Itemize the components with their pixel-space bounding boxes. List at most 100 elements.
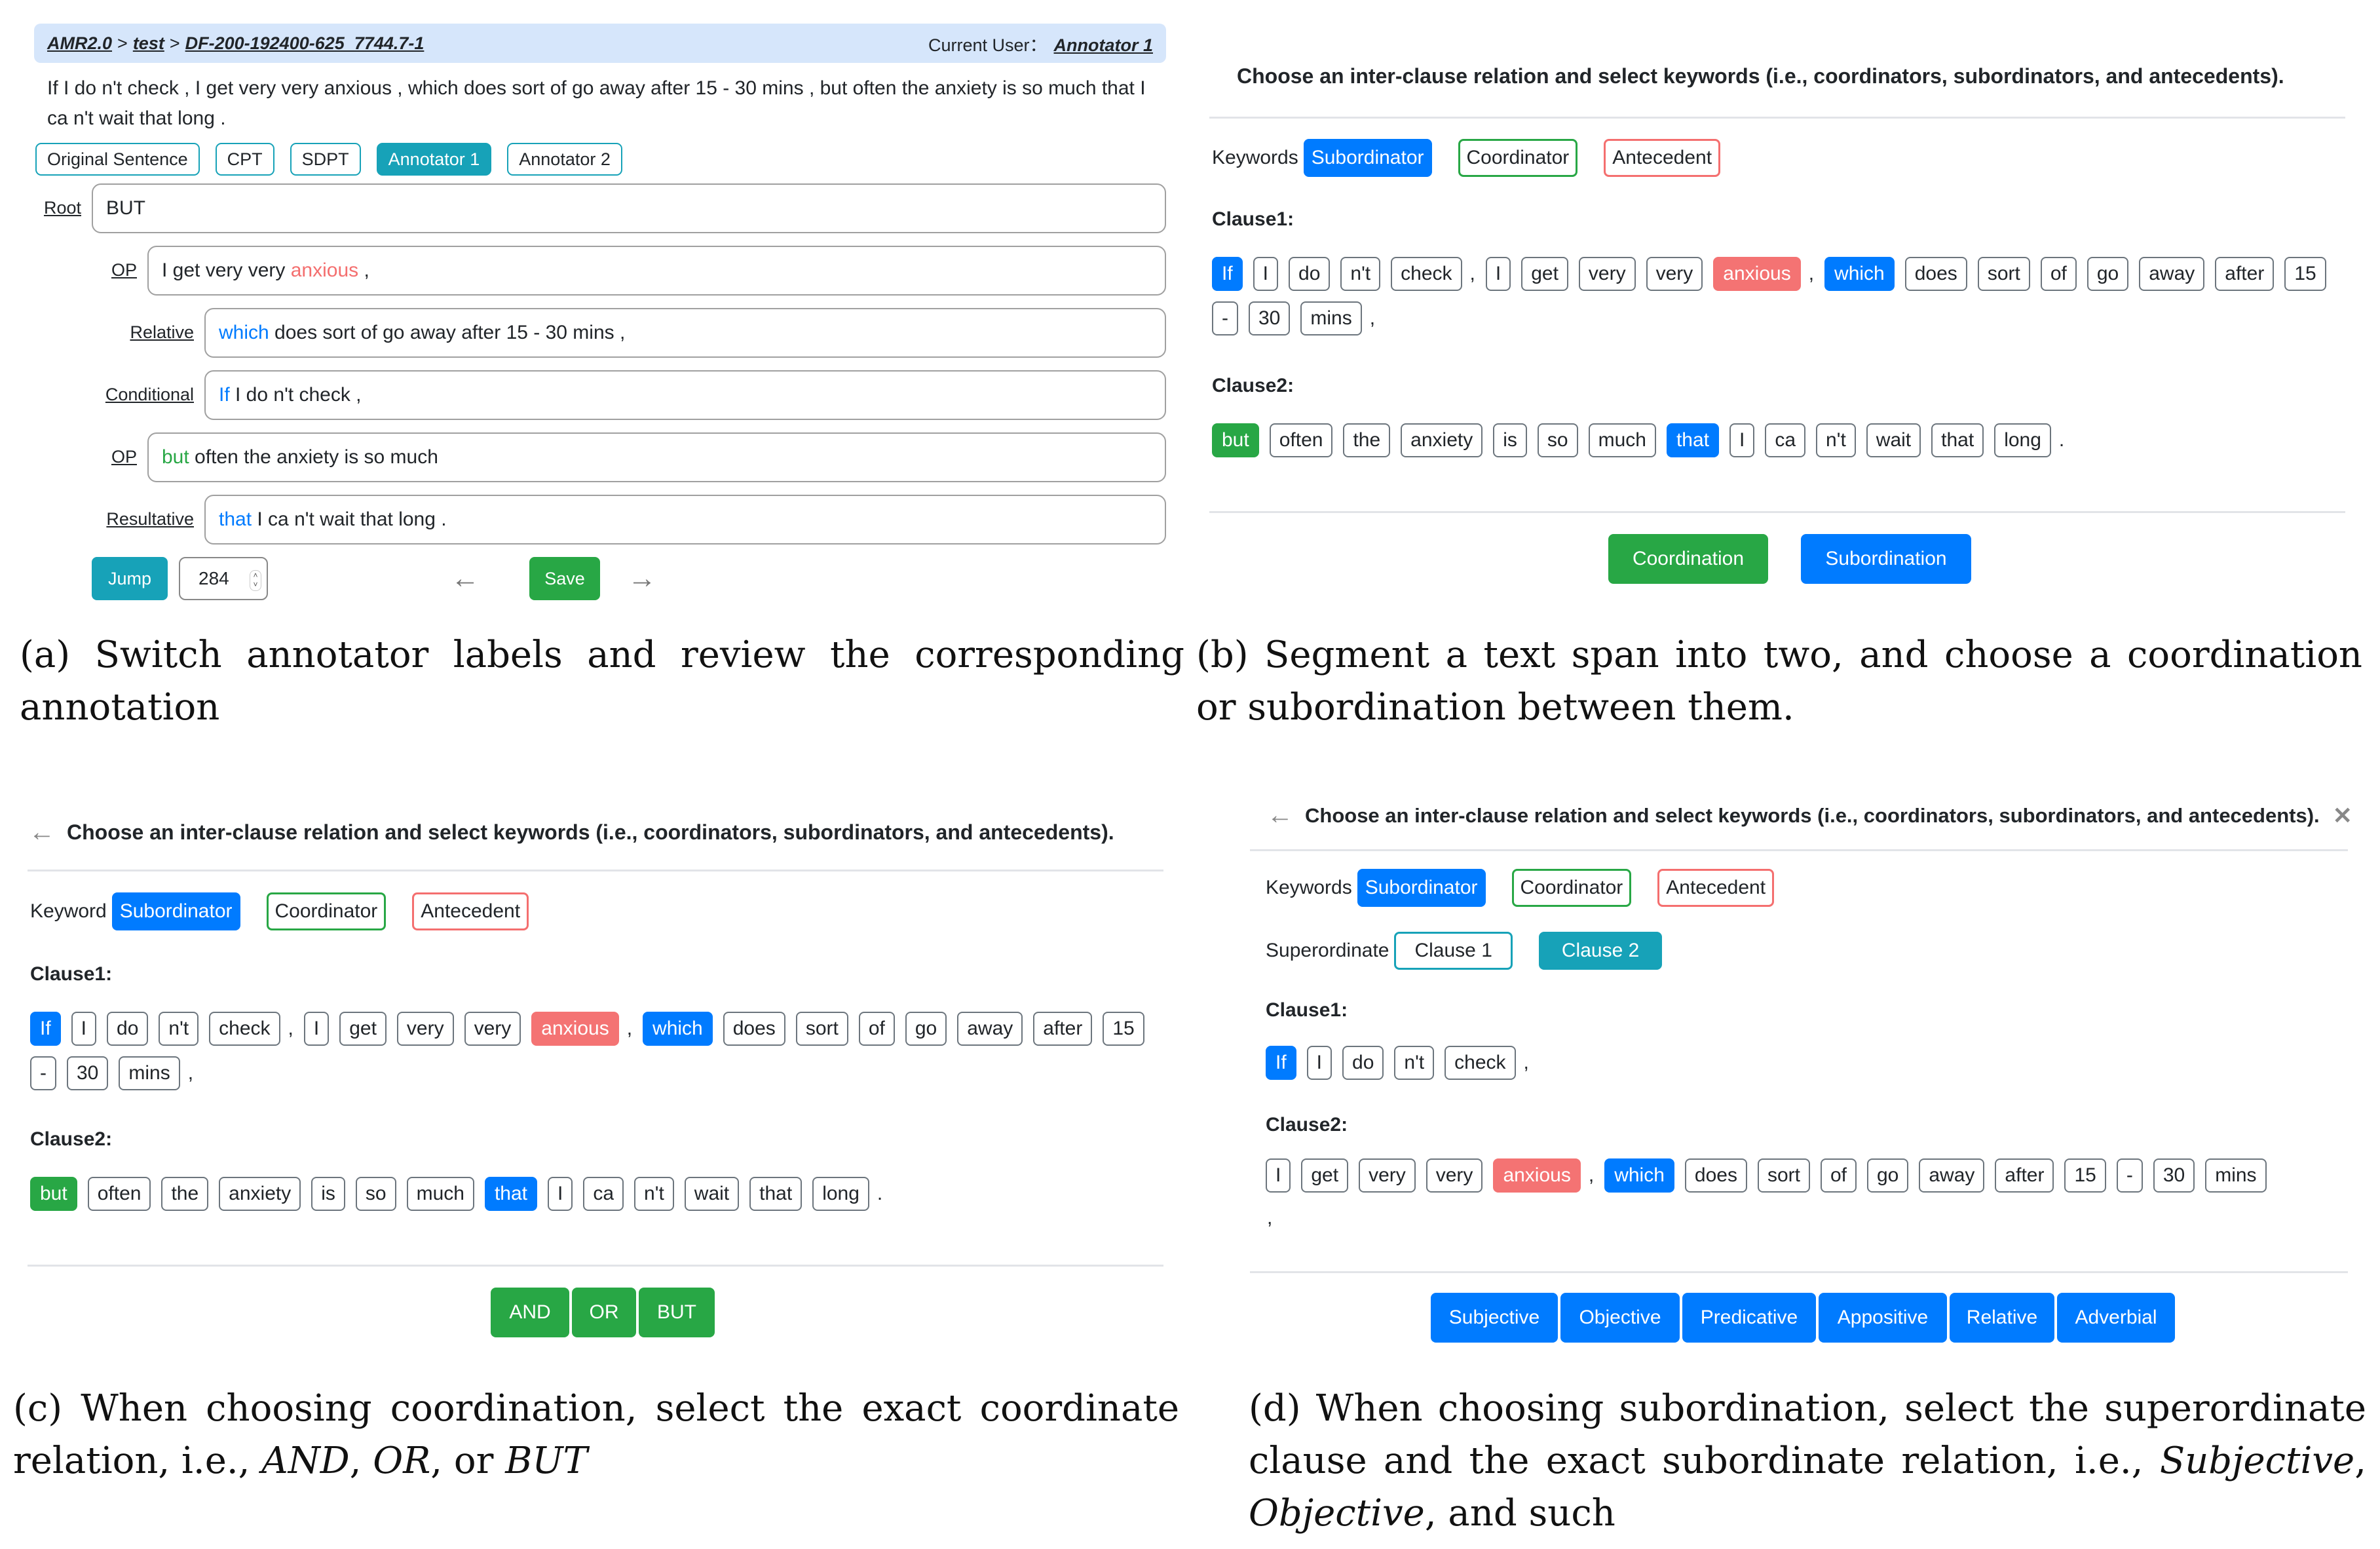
token[interactable]: do xyxy=(1289,257,1331,291)
token-selected[interactable]: which xyxy=(1604,1158,1674,1193)
token[interactable]: of xyxy=(2040,257,2077,291)
antecedent-button[interactable]: Antecedent xyxy=(412,892,529,930)
coordinator-button[interactable]: Coordinator xyxy=(266,892,387,930)
token[interactable]: so xyxy=(1537,423,1578,457)
token[interactable]: ca xyxy=(1765,423,1806,457)
subordinator-button[interactable]: Subordinator xyxy=(1303,139,1432,177)
token-selected[interactable]: anxious xyxy=(531,1012,619,1046)
adverbial-button[interactable]: Adverbial xyxy=(2057,1293,2175,1343)
relation-label[interactable]: Relative xyxy=(130,322,194,343)
breadcrumb-split-link[interactable]: test xyxy=(133,33,164,53)
token-selected[interactable]: If xyxy=(30,1012,61,1046)
token[interactable]: away xyxy=(2139,257,2205,291)
token[interactable]: sort xyxy=(1977,257,2030,291)
token-selected[interactable]: but xyxy=(1212,423,1259,457)
token[interactable]: long xyxy=(1994,423,2051,457)
token[interactable]: get xyxy=(1301,1158,1349,1193)
appositive-button[interactable]: Appositive xyxy=(1819,1293,1947,1343)
token[interactable]: very xyxy=(464,1012,521,1046)
token[interactable]: very xyxy=(1646,257,1703,291)
jump-number-input[interactable]: 284 ˄ ˅ xyxy=(179,557,268,600)
save-button[interactable]: Save xyxy=(529,557,600,600)
token[interactable]: very xyxy=(1359,1158,1416,1193)
token[interactable]: - xyxy=(1212,301,1238,335)
token[interactable]: of xyxy=(1820,1158,1857,1193)
token-selected[interactable]: but xyxy=(30,1177,77,1211)
token[interactable]: very xyxy=(1426,1158,1483,1193)
token[interactable]: after xyxy=(1995,1158,2054,1193)
breadcrumb-document-link[interactable]: DF-200-192400-625_7744.7-1 xyxy=(185,33,425,53)
antecedent-button[interactable]: Antecedent xyxy=(1657,869,1775,907)
token[interactable]: n't xyxy=(159,1012,199,1046)
token[interactable]: that xyxy=(749,1177,803,1211)
and-button[interactable]: AND xyxy=(491,1288,569,1337)
token[interactable]: very xyxy=(396,1012,454,1046)
clause-span-box[interactable]: but often the anxiety is so much xyxy=(147,432,1166,482)
token[interactable]: I xyxy=(1253,257,1279,291)
token[interactable]: I xyxy=(1485,257,1511,291)
subjective-button[interactable]: Subjective xyxy=(1431,1293,1558,1343)
token[interactable]: - xyxy=(2116,1158,2143,1193)
but-button[interactable]: BUT xyxy=(639,1288,715,1337)
token-selected[interactable]: which xyxy=(643,1012,713,1046)
token[interactable]: much xyxy=(406,1177,474,1211)
token[interactable]: mins xyxy=(2205,1158,2267,1193)
coordination-button[interactable]: Coordination xyxy=(1608,534,1768,584)
token[interactable]: check xyxy=(209,1012,280,1046)
token[interactable]: does xyxy=(1684,1158,1747,1193)
token[interactable]: n't xyxy=(1394,1046,1435,1080)
token[interactable]: n't xyxy=(1816,423,1856,457)
token[interactable]: I xyxy=(1729,423,1755,457)
objective-button[interactable]: Objective xyxy=(1560,1293,1680,1343)
back-arrow-icon[interactable]: ← xyxy=(29,818,55,847)
token[interactable]: do xyxy=(1342,1046,1384,1080)
token[interactable]: mins xyxy=(1300,301,1362,335)
token-selected[interactable]: If xyxy=(1266,1046,1296,1080)
token[interactable]: that xyxy=(1931,423,1984,457)
token[interactable]: after xyxy=(2215,257,2275,291)
subordination-button[interactable]: Subordination xyxy=(1801,534,1971,584)
relation-label[interactable]: OP xyxy=(111,447,137,467)
next-arrow-icon[interactable]: → xyxy=(628,560,656,598)
coordinator-button[interactable]: Coordinator xyxy=(1511,869,1632,907)
token-selected[interactable]: If xyxy=(1212,257,1243,291)
relation-label[interactable]: Conditional xyxy=(105,385,194,405)
token[interactable]: of xyxy=(858,1012,895,1046)
token[interactable]: mins xyxy=(119,1056,180,1090)
current-user-link[interactable]: Annotator 1 xyxy=(1054,35,1154,55)
coordinator-button[interactable]: Coordinator xyxy=(1458,139,1578,177)
token[interactable]: I xyxy=(1306,1046,1332,1080)
token[interactable]: does xyxy=(723,1012,785,1046)
token[interactable]: n't xyxy=(1340,257,1381,291)
relative-button[interactable]: Relative xyxy=(1950,1293,2054,1343)
predicative-button[interactable]: Predicative xyxy=(1682,1293,1816,1343)
token[interactable]: get xyxy=(339,1012,387,1046)
tab-cpt[interactable]: CPT xyxy=(215,143,274,176)
token[interactable]: the xyxy=(161,1177,209,1211)
token[interactable]: ca xyxy=(583,1177,624,1211)
token[interactable]: away xyxy=(1919,1158,1985,1193)
antecedent-button[interactable]: Antecedent xyxy=(1604,139,1721,177)
token[interactable]: sort xyxy=(1757,1158,1810,1193)
token[interactable]: wait xyxy=(684,1177,740,1211)
token[interactable]: I xyxy=(1266,1158,1291,1193)
token[interactable]: after xyxy=(1033,1012,1093,1046)
token[interactable]: go xyxy=(2087,257,2129,291)
clause-span-box[interactable]: which does sort of go away after 15 - 30… xyxy=(204,308,1166,358)
token-selected[interactable]: which xyxy=(1824,257,1895,291)
tab-sdpt[interactable]: SDPT xyxy=(290,143,361,176)
token[interactable]: 30 xyxy=(67,1056,109,1090)
relation-label[interactable]: OP xyxy=(111,260,137,280)
token[interactable]: away xyxy=(957,1012,1023,1046)
token[interactable]: n't xyxy=(634,1177,674,1211)
token[interactable]: so xyxy=(355,1177,396,1211)
token[interactable]: is xyxy=(1493,423,1527,457)
token[interactable]: - xyxy=(30,1056,56,1090)
breadcrumb-dataset-link[interactable]: AMR2.0 xyxy=(47,33,112,53)
token[interactable]: does xyxy=(1904,257,1967,291)
token[interactable]: I xyxy=(548,1177,573,1211)
superordinate-clause-1-button[interactable]: Clause 1 xyxy=(1394,932,1513,970)
token[interactable]: anxiety xyxy=(219,1177,301,1211)
clause-span-box[interactable]: If I do n't check , xyxy=(204,370,1166,420)
token[interactable]: is xyxy=(311,1177,345,1211)
